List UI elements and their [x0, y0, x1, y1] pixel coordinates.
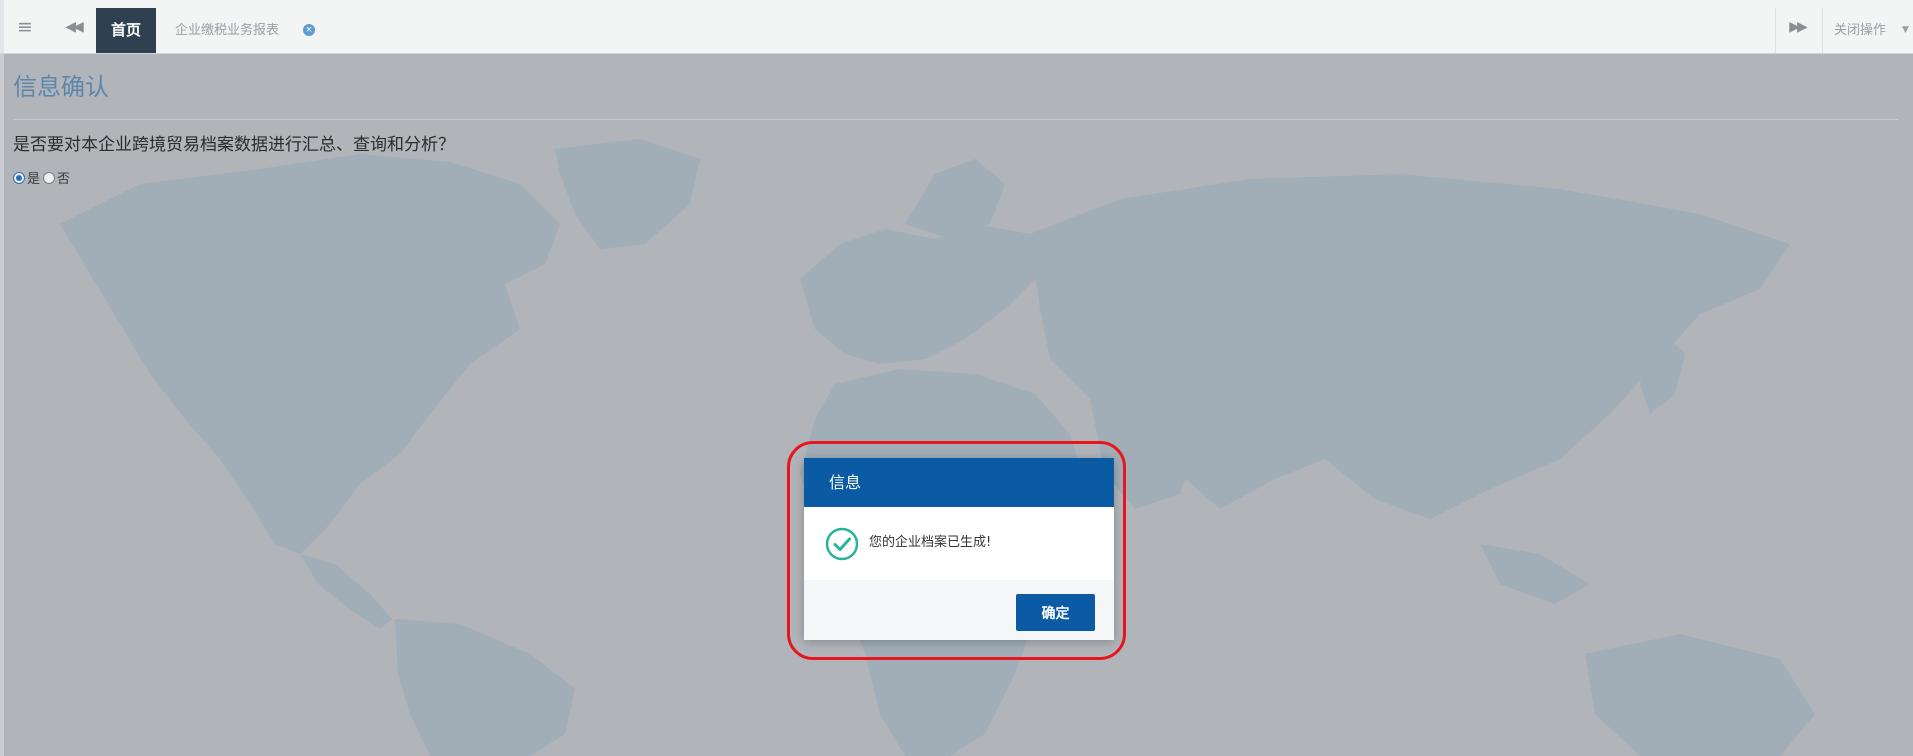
confirm-button[interactable]: 确定	[1016, 594, 1095, 631]
page-title: 信息确认	[13, 73, 109, 101]
check-circle-icon	[825, 527, 859, 561]
close-tab-icon[interactable]: ×	[303, 24, 315, 36]
radio-no[interactable]	[43, 172, 56, 184]
main-content: 信息确认 是否要对本企业跨境贸易档案数据进行汇总、查询和分析？ 是否	[0, 54, 1913, 756]
dialog-body: 您的企业档案已生成!	[804, 507, 1114, 580]
dialog-footer: 确定	[804, 580, 1114, 640]
info-dialog: 信息 您的企业档案已生成! 确定	[804, 458, 1114, 640]
divider	[13, 119, 1898, 120]
divider	[1775, 8, 1776, 53]
caret-down-icon: ▼	[1902, 25, 1909, 35]
tab-bar: ≡ ◀◀ 首页 企业缴税业务报表 × ▶▶ 关闭操作 ▼	[0, 0, 1913, 54]
tab-tax-report[interactable]: 企业缴税业务报表 ×	[163, 8, 329, 53]
divider	[1822, 8, 1823, 53]
left-edge-strip	[0, 0, 4, 53]
double-chevron-left-icon[interactable]: ◀◀	[62, 17, 84, 37]
tab-home[interactable]: 首页	[96, 8, 156, 53]
dialog-message: 您的企业档案已生成!	[869, 535, 992, 550]
double-chevron-right-icon[interactable]: ▶▶	[1786, 17, 1808, 37]
answer-radio-group: 是否	[13, 170, 73, 190]
tab-tax-report-label: 企业缴税业务报表	[175, 23, 280, 38]
question-text: 是否要对本企业跨境贸易档案数据进行汇总、查询和分析？	[13, 135, 455, 155]
world-map-background	[60, 139, 1815, 756]
dialog-title: 信息	[829, 473, 862, 492]
radio-yes[interactable]	[13, 172, 25, 184]
dialog-header: 信息	[804, 458, 1114, 507]
close-operations-dropdown[interactable]: 关闭操作 ▼	[1832, 8, 1913, 53]
radio-yes-label[interactable]: 是	[27, 172, 40, 187]
radio-no-label[interactable]: 否	[57, 172, 70, 187]
menu-icon[interactable]: ≡	[14, 17, 36, 37]
close-operations-label: 关闭操作	[1834, 23, 1887, 38]
